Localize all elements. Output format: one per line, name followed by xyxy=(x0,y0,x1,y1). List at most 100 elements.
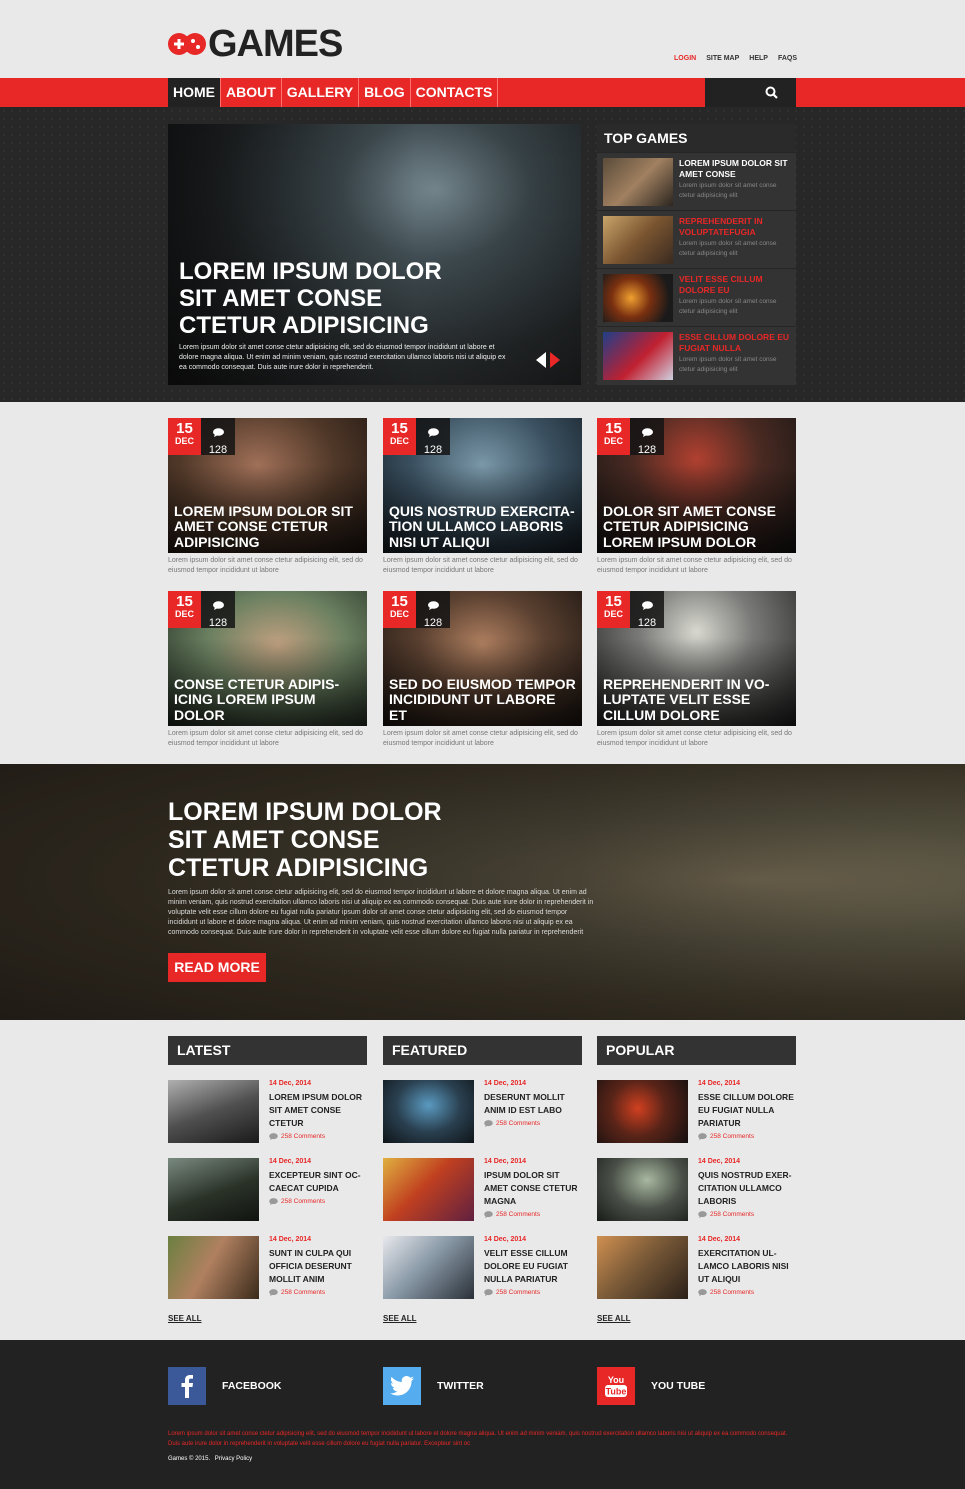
list-item[interactable]: 14 Dec, 2014 VELIT ESSE CILLUM DOLORE EU… xyxy=(383,1236,582,1314)
nav-home[interactable]: HOME xyxy=(168,78,221,107)
popular-column: POPULAR 14 Dec, 2014 ESSE CILLUM DOLORE … xyxy=(597,1036,796,1314)
comment-count: 258 Comments xyxy=(496,1211,541,1218)
copyright-text: Games © 2015. xyxy=(168,1456,211,1462)
article-card[interactable]: 15 DEC 128 REPREHENDERIT IN VO-LUPTATE VE… xyxy=(597,591,796,749)
list-title: EXERCITATION UL-LAMCO LABORIS NISI UT AL… xyxy=(698,1248,789,1284)
list-date: 14 Dec, 2014 xyxy=(484,1158,527,1165)
top-game-item[interactable]: ESSE CILLUM DOLORE EU FUGIAT NULLA Lorem … xyxy=(597,326,796,384)
nav-about[interactable]: ABOUT xyxy=(221,78,282,107)
article-desc: Lorem ipsum dolor sit amet conse ctetur … xyxy=(383,730,578,747)
list-comments[interactable]: 258 Comments xyxy=(269,1198,325,1205)
list-item[interactable]: 14 Dec, 2014 LOREM IPSUM DOLOR SIT AMET … xyxy=(168,1080,367,1158)
article-desc: Lorem ipsum dolor sit amet conse ctetur … xyxy=(168,730,363,747)
list-item[interactable]: 14 Dec, 2014 EXCEPTEUR SINT OC-CAECAT CU… xyxy=(168,1158,367,1236)
date-month: DEC xyxy=(389,436,409,446)
list-date: 14 Dec, 2014 xyxy=(698,1080,741,1087)
faqs-link[interactable]: FAQS xyxy=(778,55,797,62)
top-game-item[interactable]: LOREM IPSUM DOLOR SIT AMET CONSE Lorem ip… xyxy=(597,152,796,210)
article-card[interactable]: 15 DEC 128 QUIS NOSTRUD EXERCITA-TION ULL… xyxy=(383,418,582,576)
latest-column: LATEST 14 Dec, 2014 LOREM IPSUM DOLOR SI… xyxy=(168,1036,367,1314)
list-comments[interactable]: 258 Comments xyxy=(269,1133,325,1140)
article-card[interactable]: 15 DEC 128 SED DO EIUSMOD TEMPOR INCIDIDU… xyxy=(383,591,582,749)
comment-icon xyxy=(269,1133,278,1140)
date-day: 15 xyxy=(176,420,193,437)
youtube-link[interactable]: You Tube YOU TUBE xyxy=(597,1367,705,1405)
date-month: DEC xyxy=(603,436,623,446)
list-thumb xyxy=(597,1080,688,1143)
top-game-name: LOREM IPSUM DOLOR SIT AMET CONSE xyxy=(679,158,788,179)
comment-icon xyxy=(427,601,439,610)
top-game-item[interactable]: REPREHENDERIT IN VOLUPTATEFUGIA Lorem ips… xyxy=(597,210,796,268)
article-image: 15 DEC 128 REPREHENDERIT IN VO-LUPTATE VE… xyxy=(597,591,796,726)
nav-gallery[interactable]: GALLERY xyxy=(282,78,360,107)
nav-blog[interactable]: BLOG xyxy=(359,78,411,107)
comment-count: 258 Comments xyxy=(281,1133,326,1140)
comment-count: 258 Comments xyxy=(281,1289,326,1296)
article-desc: Lorem ipsum dolor sit amet conse ctetur … xyxy=(168,557,363,574)
article-card[interactable]: 15 DEC 128 CONSE CTETUR ADIPIS-ICING LORE… xyxy=(168,591,367,749)
list-thumb xyxy=(383,1080,474,1143)
list-item[interactable]: 14 Dec, 2014 SUNT IN CULPA QUI OFFICIA D… xyxy=(168,1236,367,1314)
comment-count: 258 Comments xyxy=(710,1289,755,1296)
comment-count: 128 xyxy=(423,444,443,456)
list-item[interactable]: 14 Dec, 2014 ESSE CILLUM DOLORE EU FUGIA… xyxy=(597,1080,796,1158)
privacy-policy-link[interactable]: Privacy Policy xyxy=(215,1456,252,1462)
facebook-link[interactable]: FACEBOOK xyxy=(168,1367,282,1405)
top-game-thumb xyxy=(603,274,673,322)
top-game-item[interactable]: VELIT ESSE CILLUM DOLORE EU Lorem ipsum d… xyxy=(597,268,796,326)
youtube-label: YOU TUBE xyxy=(651,1380,706,1392)
sitemap-link[interactable]: SITE MAP xyxy=(706,55,739,62)
login-link[interactable]: LOGIN xyxy=(674,55,696,62)
help-link[interactable]: HELP xyxy=(749,55,768,62)
top-links: LOGIN SITE MAP HELP FAQS xyxy=(674,55,797,62)
list-comments[interactable]: 258 Comments xyxy=(698,1211,754,1218)
comment-icon xyxy=(269,1289,278,1296)
list-thumb xyxy=(383,1236,474,1299)
featured-column: FEATURED 14 Dec, 2014 DESERUNT MOLLIT AN… xyxy=(383,1036,582,1314)
see-all-latest[interactable]: SEE ALL xyxy=(168,1314,201,1323)
comment-icon xyxy=(698,1133,707,1140)
twitter-link[interactable]: TWITTER xyxy=(383,1367,484,1405)
comment-badge: 128 xyxy=(630,591,664,629)
youtube-icon: You Tube xyxy=(597,1367,635,1405)
arrow-right-icon[interactable] xyxy=(550,352,560,368)
twitter-icon xyxy=(383,1367,421,1405)
list-item[interactable]: 14 Dec, 2014 EXERCITATION UL-LAMCO LABOR… xyxy=(597,1236,796,1314)
list-comments[interactable]: 258 Comments xyxy=(484,1289,540,1296)
arrow-left-icon[interactable] xyxy=(536,352,546,368)
site-footer: FACEBOOK TWITTER You Tube YOU TUBE Lorem… xyxy=(0,1340,965,1489)
list-comments[interactable]: 258 Comments xyxy=(484,1120,540,1127)
list-thumb xyxy=(597,1158,688,1221)
top-game-name: REPREHENDERIT IN VOLUPTATEFUGIA xyxy=(679,216,763,237)
list-comments[interactable]: 258 Comments xyxy=(698,1289,754,1296)
search-button[interactable] xyxy=(705,78,796,107)
list-comments[interactable]: 258 Comments xyxy=(269,1289,325,1296)
article-image: 15 DEC 128 SED DO EIUSMOD TEMPOR INCIDIDU… xyxy=(383,591,582,726)
list-date: 14 Dec, 2014 xyxy=(698,1158,741,1165)
list-title: SUNT IN CULPA QUI OFFICIA DESERUNT MOLLI… xyxy=(269,1248,352,1284)
list-comments[interactable]: 258 Comments xyxy=(484,1211,540,1218)
column-title: LATEST xyxy=(168,1036,367,1065)
column-title: FEATURED xyxy=(383,1036,582,1065)
logo[interactable]: GAMES xyxy=(168,22,343,65)
list-item[interactable]: 14 Dec, 2014 IPSUM DOLOR SIT AMET CONSE … xyxy=(383,1158,582,1236)
see-all-featured[interactable]: SEE ALL xyxy=(383,1314,416,1323)
list-item[interactable]: 14 Dec, 2014 QUIS NOSTRUD EXER-CITATION … xyxy=(597,1158,796,1236)
see-all-popular[interactable]: SEE ALL xyxy=(597,1314,630,1323)
footer-text: Lorem ipsum dolor sit amet conse ctetur … xyxy=(168,1431,788,1447)
copyright: Games © 2015. Privacy Policy xyxy=(168,1456,252,1462)
list-comments[interactable]: 258 Comments xyxy=(698,1133,754,1140)
nav-contacts[interactable]: CONTACTS xyxy=(411,78,499,107)
comment-icon xyxy=(427,428,439,437)
read-more-button[interactable]: READ MORE xyxy=(168,953,266,982)
article-card[interactable]: 15 DEC 128 LOREM IPSUM DOLOR SIT AMET CON… xyxy=(168,418,367,576)
date-badge: 15 DEC xyxy=(168,418,201,455)
date-badge: 15 DEC xyxy=(383,591,416,628)
logo-text: GAMES xyxy=(208,22,343,65)
comment-icon xyxy=(484,1120,493,1127)
article-card[interactable]: 15 DEC 128 DOLOR SIT AMET CONSE CTETUR AD… xyxy=(597,418,796,576)
hero-slider[interactable]: LOREM IPSUM DOLOR SIT AMET CONSE CTETUR … xyxy=(168,124,581,385)
list-item[interactable]: 14 Dec, 2014 DESERUNT MOLLIT ANIM ID EST… xyxy=(383,1080,582,1158)
comment-badge: 128 xyxy=(201,591,235,629)
top-games-title: TOP GAMES xyxy=(597,124,796,152)
